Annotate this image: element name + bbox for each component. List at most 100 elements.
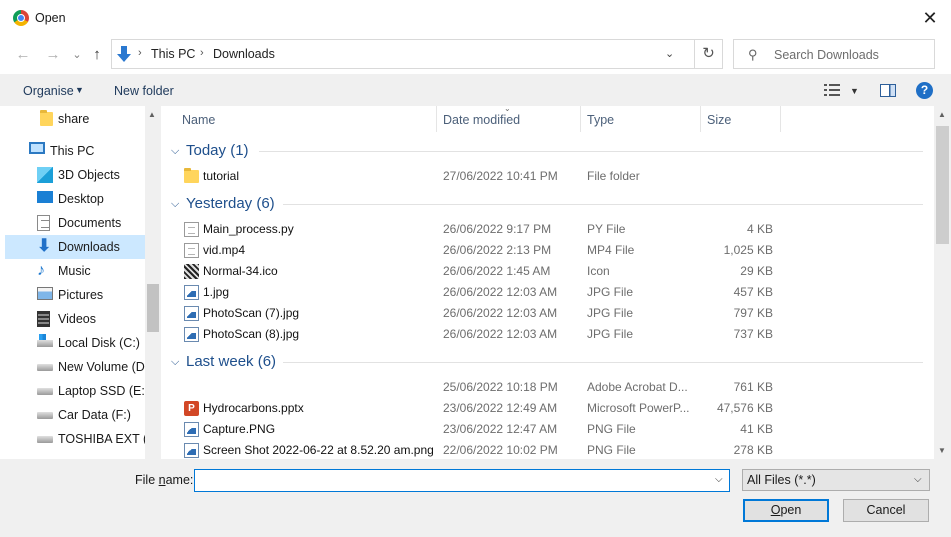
column-header-name[interactable]: Name (182, 113, 215, 127)
file-name-bar: File name: ⌵ All Files (*.*) ⌵ Open Canc… (0, 459, 951, 537)
file-row[interactable]: PhotoScan (8).jpg 26/06/2022 12:03 AM JP… (181, 324, 781, 345)
column-divider[interactable] (436, 106, 437, 132)
recent-locations-dropdown[interactable]: ⌄ (66, 44, 88, 66)
search-box[interactable]: ⚲ Search Downloads (733, 39, 935, 69)
sidebar-item-downloads[interactable]: ⬇ Downloads (5, 235, 145, 259)
sidebar-item-share[interactable]: share (5, 107, 145, 131)
sidebar-item-documents[interactable]: Documents (5, 211, 145, 235)
title-bar: Open ✕ (0, 0, 951, 36)
breadcrumb-separator: › (200, 47, 204, 59)
downloads-icon: ⬇ (37, 236, 52, 255)
file-row[interactable]: Screen Shot 2022-06-22 at 8.52.20 am.png… (181, 440, 781, 459)
sidebar-scrollbar[interactable] (145, 106, 161, 459)
folder-icon (184, 168, 199, 183)
column-divider[interactable] (700, 106, 701, 132)
cancel-button[interactable]: Cancel (843, 499, 929, 522)
preview-pane-icon[interactable] (880, 84, 896, 97)
breadcrumb-this-pc[interactable]: This PC (151, 47, 195, 61)
folder-icon (40, 110, 53, 126)
drive-icon (37, 436, 53, 443)
sidebar-item-this-pc[interactable]: This PC (5, 139, 145, 163)
file-row[interactable]: vid.mp4 26/06/2022 2:13 PM MP4 File 1,02… (181, 240, 781, 261)
file-row[interactable]: 1.jpg 26/06/2022 12:03 AM JPG File 457 K… (181, 282, 781, 303)
group-divider (283, 362, 923, 363)
file-icon (184, 243, 199, 258)
sidebar-item-desktop[interactable]: Desktop (5, 187, 145, 211)
desktop-icon (37, 191, 53, 203)
sidebar-item-3d-objects[interactable]: 3D Objects (5, 163, 145, 187)
refresh-button[interactable]: ↻ (694, 40, 722, 68)
sidebar-item-music[interactable]: ♪ Music (5, 259, 145, 283)
file-row[interactable]: PhotoScan (7).jpg 26/06/2022 12:03 AM JP… (181, 303, 781, 324)
chevron-down-icon: ⌵ (914, 474, 922, 485)
chevron-down-icon: ⌵ (171, 198, 180, 210)
pictures-icon (37, 287, 53, 300)
file-row[interactable]: Main_process.py 26/06/2022 9:17 PM PY Fi… (181, 219, 781, 240)
view-options-icon[interactable] (824, 83, 840, 97)
scroll-up-icon[interactable]: ▲ (148, 110, 156, 119)
file-row[interactable]: 25/06/2022 10:18 PM Adobe Acrobat D... 7… (181, 377, 781, 398)
caret-down-icon[interactable]: ▼ (850, 86, 859, 96)
sidebar-item-car-data-f[interactable]: Car Data (F:) (5, 403, 145, 427)
sort-indicator-icon: ⌄ (504, 106, 511, 113)
chevron-down-icon[interactable]: ⌵ (715, 474, 723, 485)
open-button[interactable]: Open (743, 499, 829, 522)
sidebar-item-new-volume-d[interactable]: New Volume (D:) (5, 355, 148, 379)
up-button[interactable]: ↑ (86, 44, 108, 66)
file-list-scroll-thumb[interactable] (936, 126, 949, 244)
caret-down-icon[interactable]: ▼ (75, 85, 84, 95)
music-icon: ♪ (37, 262, 45, 279)
column-divider[interactable] (780, 106, 781, 132)
file-type-filter[interactable]: All Files (*.*) ⌵ (742, 469, 930, 491)
group-header-last-week[interactable]: ⌵ Last week (6) (171, 353, 923, 373)
drive-icon (37, 364, 53, 371)
breadcrumb-downloads[interactable]: Downloads (213, 47, 275, 61)
scroll-down-icon[interactable]: ▼ (938, 446, 946, 455)
group-header-today[interactable]: ⌵ Today (1) (171, 142, 923, 162)
sidebar-item-pictures[interactable]: Pictures (5, 283, 145, 307)
breadcrumb-separator: › (138, 47, 142, 59)
column-header-date-modified[interactable]: Date modified (443, 113, 520, 127)
close-button[interactable]: ✕ (915, 6, 945, 30)
command-bar: Organise ▼ New folder ▼ ? (0, 74, 951, 106)
group-divider (259, 151, 923, 152)
file-row[interactable]: Capture.PNG 23/06/2022 12:47 AM PNG File… (181, 419, 781, 440)
ico-file-icon (184, 264, 199, 279)
new-folder-button[interactable]: New folder (114, 84, 174, 98)
address-bar[interactable]: › This PC › Downloads ⌄ ↻ (111, 39, 723, 69)
drive-icon (37, 412, 53, 419)
forward-button[interactable]: → (42, 44, 64, 66)
file-row[interactable]: Normal-34.ico 26/06/2022 1:45 AM Icon 29… (181, 261, 781, 282)
address-dropdown-icon[interactable]: ⌄ (665, 47, 674, 60)
file-row[interactable]: tutorial 27/06/2022 10:41 PM File folder (181, 166, 781, 187)
search-placeholder: Search Downloads (774, 48, 879, 62)
group-divider (283, 204, 923, 205)
powerpoint-icon: P (184, 401, 199, 416)
column-header-size[interactable]: Size (707, 113, 731, 127)
sidebar-item-videos[interactable]: Videos (5, 307, 145, 331)
sidebar-scroll-thumb[interactable] (147, 284, 159, 332)
videos-icon (37, 311, 50, 327)
file-name-input[interactable] (194, 469, 730, 492)
back-button[interactable]: ← (12, 44, 34, 66)
sidebar-item-local-disk-c[interactable]: Local Disk (C:) (5, 331, 145, 355)
help-icon[interactable]: ? (916, 82, 933, 99)
image-file-icon (184, 285, 199, 300)
column-divider[interactable] (580, 106, 581, 132)
chrome-icon (13, 10, 29, 26)
chevron-down-icon: ⌵ (171, 145, 180, 157)
windows-drive-icon (37, 334, 53, 347)
group-header-yesterday[interactable]: ⌵ Yesterday (6) (171, 195, 923, 215)
computer-icon (29, 142, 45, 154)
window-title: Open (35, 11, 66, 25)
column-header-type[interactable]: Type (587, 113, 614, 127)
drive-icon (37, 388, 53, 395)
sidebar-item-toshiba-ext-h[interactable]: TOSHIBA EXT (H:) (5, 427, 148, 451)
search-icon: ⚲ (748, 47, 758, 62)
file-list: Name ⌄ Date modified Type Size ⌵ Today (… (161, 106, 934, 459)
file-icon (184, 222, 199, 237)
file-row[interactable]: P Hydrocarbons.pptx 23/06/2022 12:49 AM … (181, 398, 781, 419)
sidebar-item-laptop-ssd-e[interactable]: Laptop SSD (E:) (5, 379, 148, 403)
scroll-up-icon[interactable]: ▲ (938, 110, 946, 119)
organise-button[interactable]: Organise (23, 84, 74, 98)
